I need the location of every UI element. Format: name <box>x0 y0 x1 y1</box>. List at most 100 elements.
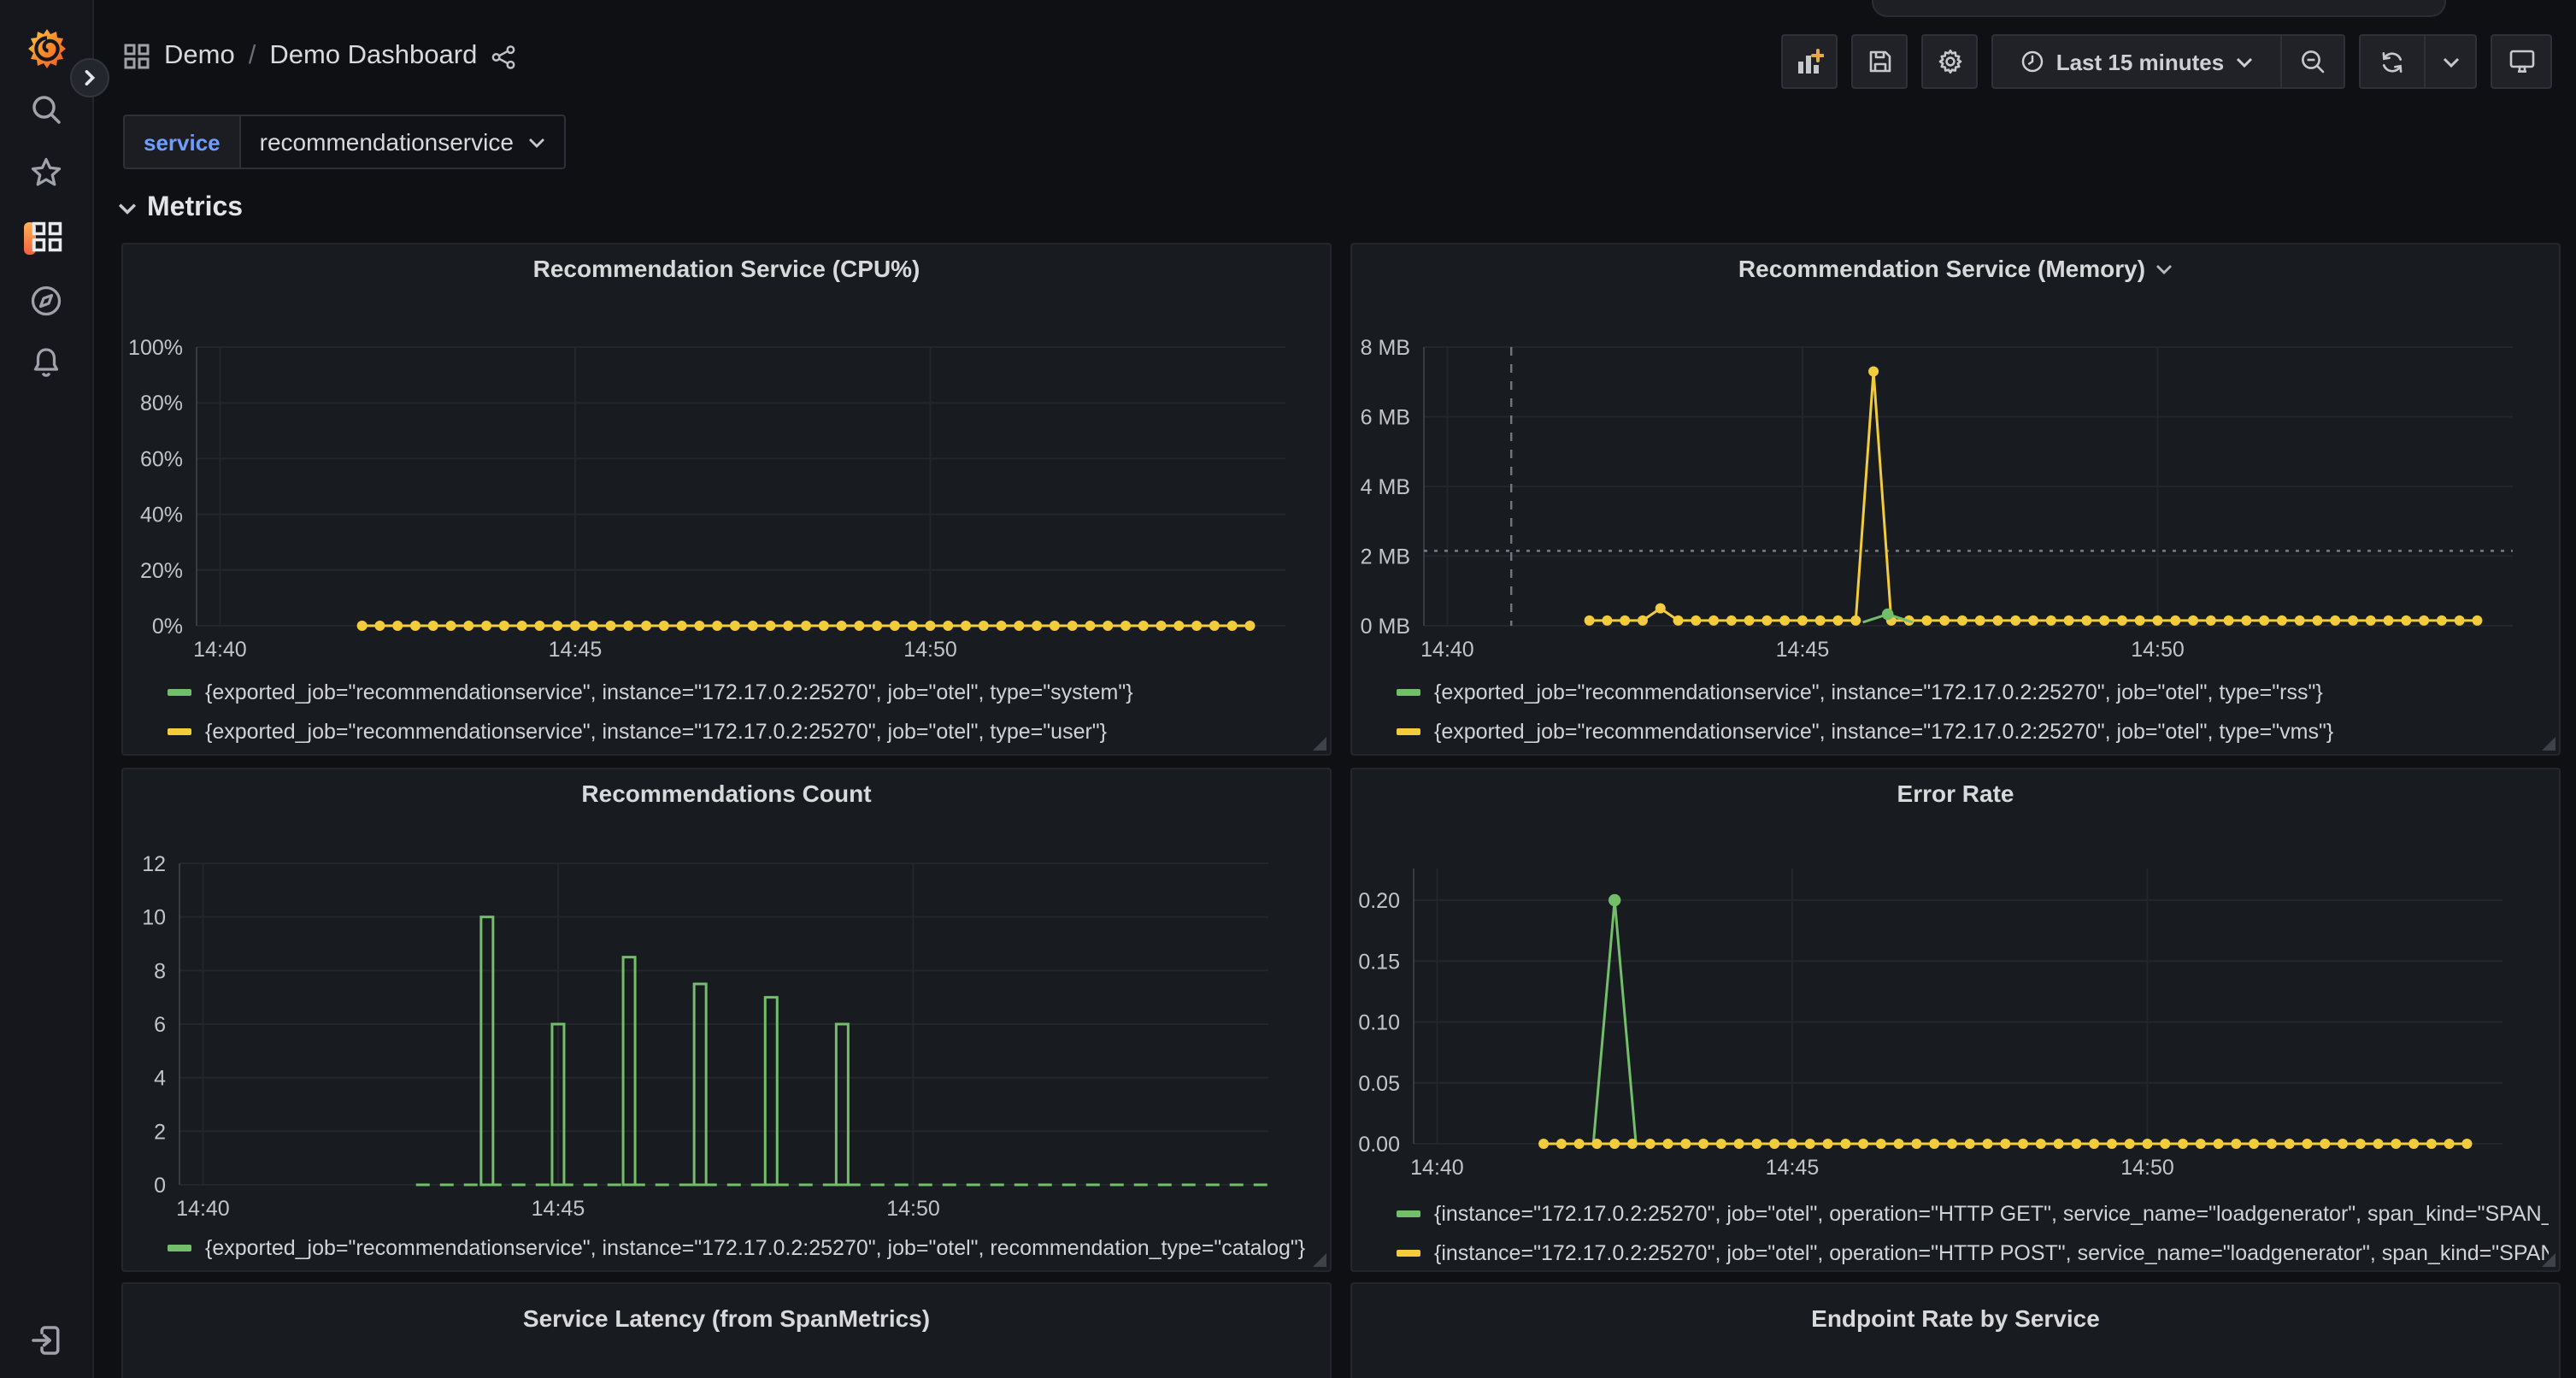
data-point[interactable] <box>1726 615 1737 626</box>
data-point[interactable] <box>1645 1139 1656 1149</box>
data-point[interactable] <box>1734 1139 1744 1149</box>
data-point[interactable] <box>1638 615 1648 626</box>
data-point[interactable] <box>1227 621 1238 631</box>
breadcrumb-page[interactable]: Demo Dashboard <box>269 41 477 72</box>
data-point[interactable] <box>1173 621 1184 631</box>
data-point[interactable] <box>1691 615 1701 626</box>
time-range-picker[interactable]: Last 15 minutes <box>1991 34 2282 89</box>
data-point[interactable] <box>819 621 829 631</box>
data-point[interactable] <box>872 621 882 631</box>
data-point[interactable] <box>2188 615 2198 626</box>
sidebar-item-sign-in[interactable] <box>0 1311 92 1369</box>
data-point[interactable] <box>1992 615 2003 626</box>
data-point[interactable] <box>1680 1139 1691 1149</box>
data-point[interactable] <box>1868 367 1879 377</box>
refresh-button[interactable] <box>2359 34 2426 89</box>
data-point[interactable] <box>1805 1139 1815 1149</box>
data-point[interactable] <box>1191 621 1202 631</box>
data-point[interactable] <box>1921 615 1932 626</box>
data-point[interactable] <box>2152 615 2162 626</box>
data-point[interactable] <box>2437 615 2447 626</box>
data-point[interactable] <box>2010 615 2020 626</box>
legend-item[interactable]: {instance="172.17.0.2:25270", job="otel"… <box>1397 1193 2549 1233</box>
sidebar-item-alerting[interactable] <box>0 333 92 392</box>
data-point[interactable] <box>979 621 989 631</box>
data-point-peak[interactable] <box>1609 894 1620 906</box>
data-point[interactable] <box>481 621 491 631</box>
legend-item[interactable]: {exported_job="recommendationservice", i… <box>168 672 1320 711</box>
breadcrumb-section[interactable]: Demo <box>164 41 235 72</box>
data-point[interactable] <box>2107 1139 2117 1149</box>
data-point[interactable] <box>1067 621 1078 631</box>
data-point[interactable] <box>1663 1139 1673 1149</box>
data-point[interactable] <box>1982 1139 1992 1149</box>
data-point[interactable] <box>1787 1139 1797 1149</box>
data-point[interactable] <box>2401 615 2411 626</box>
bar[interactable] <box>481 917 493 1185</box>
data-point[interactable] <box>1120 621 1131 631</box>
legend-item[interactable]: {exported_job="recommendationservice", i… <box>1397 711 2549 751</box>
data-point[interactable] <box>1585 615 1595 626</box>
data-point[interactable] <box>1050 621 1060 631</box>
data-point[interactable] <box>1656 604 1666 614</box>
data-point[interactable] <box>2472 615 2482 626</box>
data-point[interactable] <box>570 621 580 631</box>
data-point[interactable] <box>765 621 775 631</box>
data-point[interactable] <box>2312 615 2322 626</box>
data-point[interactable] <box>517 621 527 631</box>
data-point[interactable] <box>1538 1139 1549 1149</box>
data-point[interactable] <box>2178 1139 2188 1149</box>
data-point[interactable] <box>2338 1139 2348 1149</box>
add-panel-button[interactable] <box>1781 34 1838 89</box>
data-point[interactable] <box>1947 1139 1957 1149</box>
share-icon[interactable] <box>491 44 516 69</box>
data-point[interactable] <box>694 621 704 631</box>
data-point[interactable] <box>997 621 1007 631</box>
data-point[interactable] <box>2018 1139 2028 1149</box>
data-point[interactable] <box>677 621 687 631</box>
panel-title[interactable]: Endpoint Rate by Service <box>1352 1304 2559 1332</box>
data-point[interactable] <box>1085 621 1095 631</box>
sidebar-item-starred[interactable] <box>0 144 92 202</box>
data-point[interactable] <box>1209 621 1220 631</box>
sidebar-item-dashboards[interactable] <box>0 207 92 265</box>
data-point[interactable] <box>2249 1139 2259 1149</box>
data-point[interactable] <box>1574 1139 1585 1149</box>
variable-label[interactable]: service <box>123 115 239 169</box>
data-point[interactable] <box>1957 615 1967 626</box>
kiosk-mode-button[interactable] <box>2491 34 2552 89</box>
bar[interactable] <box>694 984 706 1185</box>
data-point[interactable] <box>463 621 473 631</box>
data-point[interactable] <box>854 621 864 631</box>
zoom-out-time-button[interactable] <box>2282 34 2345 89</box>
data-point[interactable] <box>1138 621 1149 631</box>
data-point[interactable] <box>1858 1139 1868 1149</box>
data-point[interactable] <box>1591 1139 1602 1149</box>
data-point[interactable] <box>2391 1139 2401 1149</box>
data-point[interactable] <box>2444 1139 2455 1149</box>
data-point[interactable] <box>1815 615 1826 626</box>
chart-canvas-count[interactable]: 12108642014:4014:4514:50 <box>123 769 1330 1270</box>
data-point[interactable] <box>606 621 616 631</box>
data-point[interactable] <box>1620 615 1630 626</box>
data-point[interactable] <box>2125 1139 2135 1149</box>
data-point[interactable] <box>1929 1139 1939 1149</box>
data-point[interactable] <box>1744 615 1755 626</box>
data-point[interactable] <box>1673 615 1684 626</box>
data-point[interactable] <box>534 621 544 631</box>
data-point[interactable] <box>1156 621 1167 631</box>
data-point[interactable] <box>1797 615 1808 626</box>
data-point[interactable] <box>2036 1139 2046 1149</box>
data-point[interactable] <box>1779 615 1790 626</box>
data-point[interactable] <box>2028 615 2038 626</box>
refresh-interval-dropdown[interactable] <box>2426 34 2477 89</box>
data-point[interactable] <box>1939 615 1950 626</box>
data-point[interactable] <box>1833 615 1844 626</box>
data-point[interactable] <box>2461 1139 2472 1149</box>
variable-value-dropdown[interactable]: recommendationservice <box>239 115 567 169</box>
data-point[interactable] <box>2267 1139 2277 1149</box>
data-point[interactable] <box>2117 615 2127 626</box>
data-point[interactable] <box>2302 1139 2312 1149</box>
data-point[interactable] <box>837 621 847 631</box>
data-point[interactable] <box>1627 1139 1638 1149</box>
